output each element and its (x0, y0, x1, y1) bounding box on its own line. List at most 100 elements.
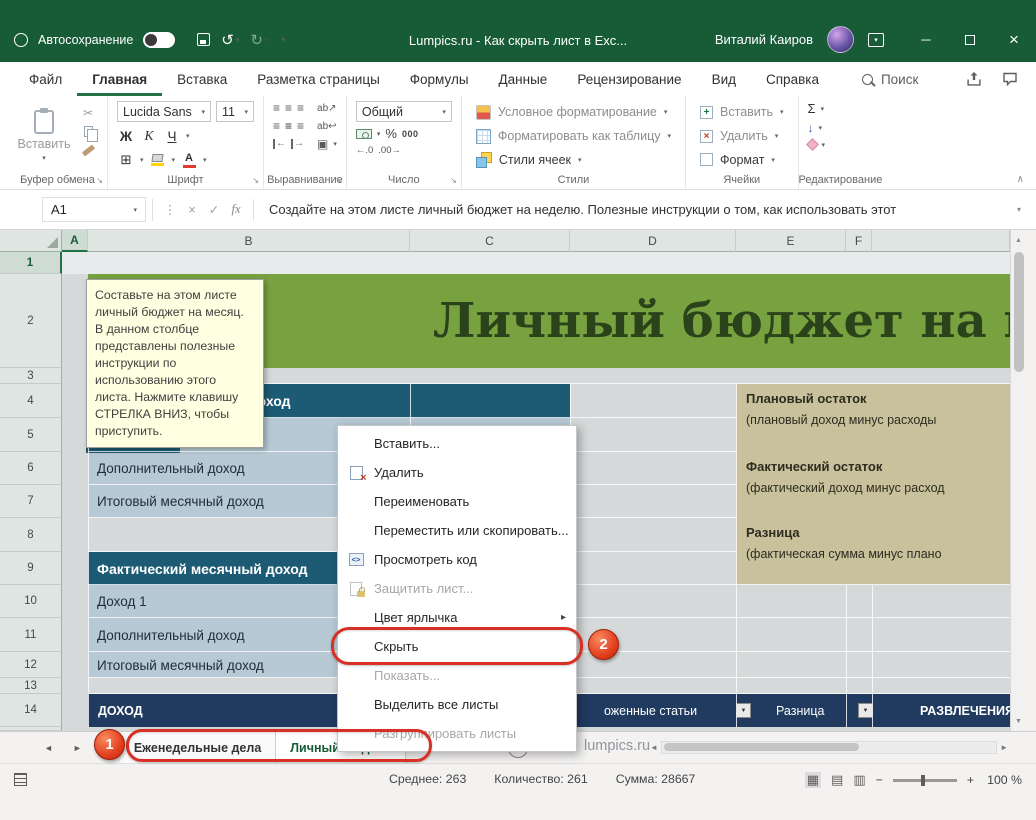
tab-view[interactable]: Вид (697, 62, 751, 96)
row-header[interactable]: 6 (0, 452, 62, 485)
row-header[interactable]: 5 (0, 418, 62, 452)
tab-home[interactable]: Главная (77, 62, 162, 96)
number-format-select[interactable]: Общий▾ (356, 101, 452, 122)
scroll-left-icon[interactable]: ◄ (650, 743, 658, 752)
delete-cells-button[interactable]: × Удалить ▾ (695, 125, 789, 148)
cancel-entry-button[interactable]: × (181, 203, 203, 217)
font-size-select[interactable]: 11▾ (216, 101, 254, 122)
zoom-slider[interactable] (893, 779, 957, 782)
macro-record-icon[interactable] (14, 773, 27, 786)
align-left-icon[interactable]: ≡ (273, 119, 280, 133)
tab-review[interactable]: Рецензирование (562, 62, 696, 96)
close-button[interactable]: × (992, 21, 1036, 59)
row-header[interactable]: 13 (0, 678, 62, 694)
column-header-a[interactable]: A (62, 230, 88, 252)
ribbon-display-options-icon[interactable]: ▾ (868, 33, 884, 47)
view-page-break-icon[interactable]: ▥ (853, 772, 865, 788)
copy-button[interactable] (78, 124, 98, 139)
increase-indent-icon[interactable]: → (291, 139, 304, 149)
chevron-down-icon[interactable]: ▾ (821, 105, 825, 113)
zoom-out-button[interactable]: − (876, 773, 883, 787)
conditional-formatting-button[interactable]: Условное форматирование ▾ (471, 101, 676, 124)
column-header-e[interactable]: E (736, 230, 846, 252)
font-name-select[interactable]: Lucida Sans▾ (117, 101, 211, 122)
maximize-button[interactable] (948, 21, 992, 59)
comma-style-button[interactable]: 000 (402, 129, 419, 139)
note-actual-balance[interactable]: Фактический остаток (фактический доход м… (736, 452, 1010, 518)
menu-item-select-all-sheets[interactable]: Выделить все листы (338, 690, 576, 719)
dialog-launcher-icon[interactable]: ↘ (450, 176, 457, 185)
comment-icon[interactable] (1002, 71, 1018, 87)
autosave-toggle[interactable] (143, 32, 175, 48)
dialog-launcher-icon[interactable]: ↘ (252, 176, 259, 185)
menu-item-delete[interactable]: ×Удалить (338, 458, 576, 487)
note-difference[interactable]: Разница (фактическая сумма минус плано (736, 518, 1010, 585)
underline-button[interactable]: Ч (163, 126, 181, 146)
format-cells-button[interactable]: Формат ▾ (695, 148, 789, 171)
zoom-slider-thumb[interactable] (921, 775, 925, 786)
decrease-indent-icon[interactable]: ← (273, 139, 286, 149)
menu-item-rename[interactable]: Переименовать (338, 487, 576, 516)
tab-insert[interactable]: Вставка (162, 62, 242, 96)
orientation-button[interactable]: ab↗ (317, 103, 337, 114)
increase-decimal-button[interactable]: ←.0 (356, 145, 373, 156)
filter-dropdown-button[interactable]: ▼ (736, 703, 751, 718)
vertical-scrollbar[interactable]: ▲ ▼ (1010, 230, 1026, 731)
autosum-button[interactable]: Σ (808, 101, 816, 116)
row-1-strip[interactable] (62, 252, 1010, 274)
save-button[interactable] (193, 28, 214, 52)
font-color-button[interactable]: А (180, 150, 198, 170)
row-header[interactable]: 4 (0, 384, 62, 418)
align-right-icon[interactable]: ≡ (297, 119, 304, 133)
chevron-down-icon[interactable]: ▾ (186, 132, 190, 140)
row-header[interactable]: 11 (0, 618, 62, 652)
format-as-table-button[interactable]: Форматировать как таблицу ▾ (471, 125, 676, 148)
scroll-up-icon[interactable]: ▲ (1011, 230, 1026, 250)
collapse-ribbon-icon[interactable]: ∧ (1017, 174, 1024, 185)
column-header-f[interactable]: F (846, 230, 872, 252)
chevron-down-icon[interactable]: ▾ (140, 156, 144, 164)
chevron-down-icon[interactable]: ▾ (822, 141, 826, 149)
align-middle-icon[interactable]: ≡ (285, 101, 292, 115)
currency-format-icon[interactable] (356, 129, 372, 139)
menu-item-insert[interactable]: Вставить... (338, 429, 576, 458)
minimize-button[interactable]: ─ (904, 21, 948, 59)
scrollbar-track[interactable] (661, 741, 997, 754)
row-header[interactable]: 10 (0, 585, 62, 618)
search-box[interactable]: Поиск (862, 72, 918, 87)
qat-customize-button[interactable]: ▾ (275, 28, 289, 52)
bold-button[interactable]: Ж (117, 126, 135, 146)
view-normal-icon[interactable]: ▦ (805, 772, 821, 788)
avatar[interactable] (827, 26, 854, 53)
scroll-right-icon[interactable]: ► (1000, 743, 1008, 752)
scrollbar-thumb[interactable] (1014, 252, 1024, 372)
prev-sheet-icon[interactable]: ◄ (44, 743, 53, 753)
format-painter-button[interactable] (78, 143, 98, 158)
row-header[interactable]: 3 (0, 368, 62, 384)
zoom-level[interactable]: 100 % (984, 773, 1022, 787)
undo-button[interactable]: ↺▾ (217, 28, 243, 52)
confirm-entry-button[interactable]: ✓ (203, 202, 225, 217)
clear-button[interactable] (806, 138, 819, 151)
column-header-b[interactable]: B (88, 230, 410, 252)
insert-function-button[interactable]: fx (225, 202, 247, 217)
menu-item-move-copy[interactable]: Переместить или скопировать... (338, 516, 576, 545)
wrap-text-button[interactable]: ab↩ (317, 121, 337, 132)
align-center-icon[interactable]: ≡ (285, 119, 292, 133)
chevron-down-icon[interactable]: ▾ (819, 124, 823, 132)
scroll-down-icon[interactable]: ▼ (1011, 711, 1026, 731)
row-header[interactable]: 14 (0, 694, 62, 727)
decrease-decimal-button[interactable]: .00→ (378, 145, 401, 156)
cut-button[interactable]: ✂ (78, 105, 98, 120)
share-icon[interactable] (966, 71, 982, 87)
row-header[interactable]: 9 (0, 552, 62, 585)
cell-styles-button[interactable]: Стили ячеек ▾ (471, 148, 676, 171)
column-header-d[interactable]: D (570, 230, 736, 252)
tab-formulas[interactable]: Формулы (395, 62, 484, 96)
next-sheet-icon[interactable]: ► (73, 743, 82, 753)
zoom-in-button[interactable]: + (967, 773, 974, 787)
italic-button[interactable]: К (140, 126, 158, 146)
row-header[interactable]: 8 (0, 518, 62, 552)
tab-file[interactable]: Файл (14, 62, 77, 96)
fill-button[interactable]: ↓ (808, 121, 814, 135)
